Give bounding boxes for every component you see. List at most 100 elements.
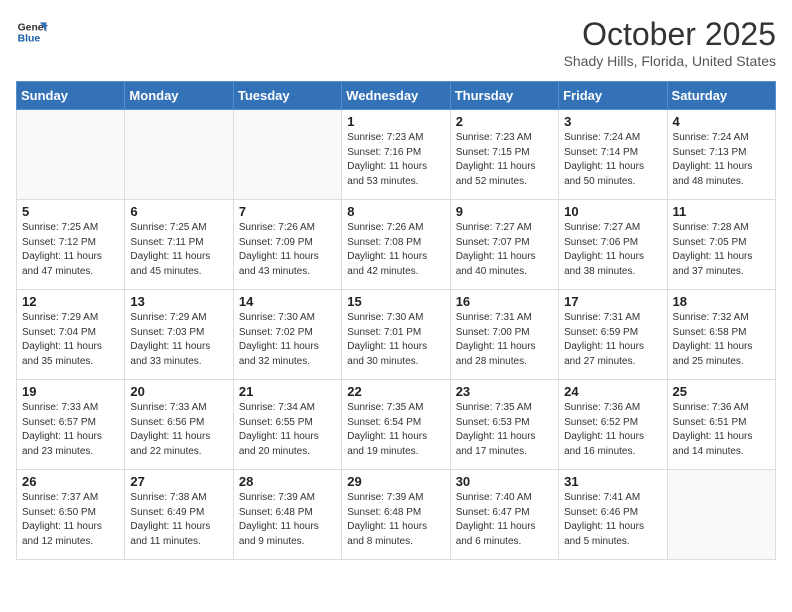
- day-number: 30: [456, 474, 553, 489]
- calendar-cell: 26 Sunrise: 7:37 AM Sunset: 6:50 PM Dayli…: [17, 470, 125, 560]
- day-info: Sunrise: 7:27 AM Sunset: 7:07 PM Dayligh…: [456, 221, 553, 279]
- day-info: Sunrise: 7:30 AM Sunset: 7:02 PM Dayligh…: [239, 311, 336, 369]
- day-number: 16: [456, 294, 553, 309]
- week-row-1: 1Sunrise: 7:23 AM Sunset: 7:16 PM Daylig…: [17, 110, 776, 200]
- day-number: 3: [564, 114, 661, 129]
- calendar-cell: 15Sunrise: 7:30 AM Sunset: 7:01 PM Dayli…: [342, 290, 450, 380]
- day-info: Sunrise: 7:29 AM Sunset: 7:04 PM Dayligh…: [22, 311, 119, 369]
- week-row-3: 12Sunrise: 7:29 AM Sunset: 7:04 PM Dayli…: [17, 290, 776, 380]
- calendar-cell: 6 Sunrise: 7:25 AM Sunset: 7:11 PM Daylig…: [125, 200, 233, 290]
- weekday-header-sunday: Sunday: [17, 82, 125, 110]
- day-number: 6: [130, 204, 227, 219]
- svg-text:Blue: Blue: [18, 34, 41, 45]
- day-number: 10: [564, 204, 661, 219]
- day-number: 26: [22, 474, 119, 489]
- day-number: 31: [564, 474, 661, 489]
- calendar-cell: 2 Sunrise: 7:23 AM Sunset: 7:15 PM Daylig…: [450, 110, 558, 200]
- weekday-header-saturday: Saturday: [667, 82, 775, 110]
- logo-icon: General Blue: [16, 16, 48, 48]
- calendar-cell: 7 Sunrise: 7:26 AM Sunset: 7:09 PM Daylig…: [233, 200, 341, 290]
- day-info: Sunrise: 7:40 AM Sunset: 6:47 PM Dayligh…: [456, 491, 553, 549]
- day-info: Sunrise: 7:41 AM Sunset: 6:46 PM Dayligh…: [564, 491, 661, 549]
- day-info: Sunrise: 7:30 AM Sunset: 7:01 PM Dayligh…: [347, 311, 444, 369]
- calendar-cell: 9Sunrise: 7:27 AM Sunset: 7:07 PM Daylig…: [450, 200, 558, 290]
- day-info: Sunrise: 7:39 AM Sunset: 6:48 PM Dayligh…: [239, 491, 336, 549]
- day-info: Sunrise: 7:24 AM Sunset: 7:13 PM Dayligh…: [673, 131, 770, 189]
- day-number: 17: [564, 294, 661, 309]
- day-info: Sunrise: 7:33 AM Sunset: 6:57 PM Dayligh…: [22, 401, 119, 459]
- page-header: General Blue October 2025 Shady Hills, F…: [16, 16, 776, 69]
- day-info: Sunrise: 7:31 AM Sunset: 6:59 PM Dayligh…: [564, 311, 661, 369]
- day-info: Sunrise: 7:27 AM Sunset: 7:06 PM Dayligh…: [564, 221, 661, 279]
- day-number: 28: [239, 474, 336, 489]
- day-number: 14: [239, 294, 336, 309]
- day-number: 29: [347, 474, 444, 489]
- day-number: 8: [347, 204, 444, 219]
- calendar-cell: 24 Sunrise: 7:36 AM Sunset: 6:52 PM Dayli…: [559, 380, 667, 470]
- logo: General Blue: [16, 16, 48, 48]
- calendar-cell: 25Sunrise: 7:36 AM Sunset: 6:51 PM Dayli…: [667, 380, 775, 470]
- day-info: Sunrise: 7:29 AM Sunset: 7:03 PM Dayligh…: [130, 311, 227, 369]
- day-info: Sunrise: 7:23 AM Sunset: 7:15 PM Dayligh…: [456, 131, 553, 189]
- calendar-cell: 21Sunrise: 7:34 AM Sunset: 6:55 PM Dayli…: [233, 380, 341, 470]
- day-info: Sunrise: 7:32 AM Sunset: 6:58 PM Dayligh…: [673, 311, 770, 369]
- day-info: Sunrise: 7:35 AM Sunset: 6:53 PM Dayligh…: [456, 401, 553, 459]
- day-info: Sunrise: 7:33 AM Sunset: 6:56 PM Dayligh…: [130, 401, 227, 459]
- day-number: 24: [564, 384, 661, 399]
- day-info: Sunrise: 7:38 AM Sunset: 6:49 PM Dayligh…: [130, 491, 227, 549]
- day-info: Sunrise: 7:34 AM Sunset: 6:55 PM Dayligh…: [239, 401, 336, 459]
- week-row-4: 19 Sunrise: 7:33 AM Sunset: 6:57 PM Dayli…: [17, 380, 776, 470]
- calendar-cell: 22Sunrise: 7:35 AM Sunset: 6:54 PM Dayli…: [342, 380, 450, 470]
- day-info: Sunrise: 7:36 AM Sunset: 6:52 PM Dayligh…: [564, 401, 661, 459]
- calendar-cell: 30 Sunrise: 7:40 AM Sunset: 6:47 PM Dayli…: [450, 470, 558, 560]
- day-info: Sunrise: 7:37 AM Sunset: 6:50 PM Dayligh…: [22, 491, 119, 549]
- day-number: 4: [673, 114, 770, 129]
- day-number: 19: [22, 384, 119, 399]
- calendar-cell: 17 Sunrise: 7:31 AM Sunset: 6:59 PM Dayli…: [559, 290, 667, 380]
- day-number: 13: [130, 294, 227, 309]
- calendar-cell: 18 Sunrise: 7:32 AM Sunset: 6:58 PM Dayli…: [667, 290, 775, 380]
- title-block: October 2025 Shady Hills, Florida, Unite…: [564, 16, 776, 69]
- calendar-cell: 12Sunrise: 7:29 AM Sunset: 7:04 PM Dayli…: [17, 290, 125, 380]
- calendar-cell: 23 Sunrise: 7:35 AM Sunset: 6:53 PM Dayli…: [450, 380, 558, 470]
- calendar-cell: 16 Sunrise: 7:31 AM Sunset: 7:00 PM Dayli…: [450, 290, 558, 380]
- calendar-cell: 4 Sunrise: 7:24 AM Sunset: 7:13 PM Daylig…: [667, 110, 775, 200]
- day-info: Sunrise: 7:31 AM Sunset: 7:00 PM Dayligh…: [456, 311, 553, 369]
- week-row-5: 26 Sunrise: 7:37 AM Sunset: 6:50 PM Dayli…: [17, 470, 776, 560]
- day-number: 20: [130, 384, 227, 399]
- week-row-2: 5Sunrise: 7:25 AM Sunset: 7:12 PM Daylig…: [17, 200, 776, 290]
- day-number: 18: [673, 294, 770, 309]
- calendar-cell: [125, 110, 233, 200]
- day-info: Sunrise: 7:28 AM Sunset: 7:05 PM Dayligh…: [673, 221, 770, 279]
- day-info: Sunrise: 7:39 AM Sunset: 6:48 PM Dayligh…: [347, 491, 444, 549]
- weekday-header-friday: Friday: [559, 82, 667, 110]
- calendar-cell: 20 Sunrise: 7:33 AM Sunset: 6:56 PM Dayli…: [125, 380, 233, 470]
- day-number: 5: [22, 204, 119, 219]
- day-info: Sunrise: 7:26 AM Sunset: 7:09 PM Dayligh…: [239, 221, 336, 279]
- day-info: Sunrise: 7:26 AM Sunset: 7:08 PM Dayligh…: [347, 221, 444, 279]
- day-info: Sunrise: 7:23 AM Sunset: 7:16 PM Dayligh…: [347, 131, 444, 189]
- calendar-cell: 10 Sunrise: 7:27 AM Sunset: 7:06 PM Dayli…: [559, 200, 667, 290]
- calendar-cell: 14 Sunrise: 7:30 AM Sunset: 7:02 PM Dayli…: [233, 290, 341, 380]
- day-number: 27: [130, 474, 227, 489]
- calendar-cell: [233, 110, 341, 200]
- weekday-header-monday: Monday: [125, 82, 233, 110]
- calendar-cell: [667, 470, 775, 560]
- calendar-cell: 3 Sunrise: 7:24 AM Sunset: 7:14 PM Daylig…: [559, 110, 667, 200]
- location-subtitle: Shady Hills, Florida, United States: [564, 53, 776, 69]
- weekday-header-thursday: Thursday: [450, 82, 558, 110]
- calendar-table: SundayMondayTuesdayWednesdayThursdayFrid…: [16, 81, 776, 560]
- calendar-cell: 13 Sunrise: 7:29 AM Sunset: 7:03 PM Dayli…: [125, 290, 233, 380]
- day-info: Sunrise: 7:25 AM Sunset: 7:11 PM Dayligh…: [130, 221, 227, 279]
- weekday-header-wednesday: Wednesday: [342, 82, 450, 110]
- day-number: 7: [239, 204, 336, 219]
- day-number: 11: [673, 204, 770, 219]
- calendar-cell: [17, 110, 125, 200]
- day-number: 2: [456, 114, 553, 129]
- day-number: 23: [456, 384, 553, 399]
- calendar-cell: 27 Sunrise: 7:38 AM Sunset: 6:49 PM Dayli…: [125, 470, 233, 560]
- day-number: 22: [347, 384, 444, 399]
- month-title: October 2025: [564, 16, 776, 53]
- calendar-cell: 28 Sunrise: 7:39 AM Sunset: 6:48 PM Dayli…: [233, 470, 341, 560]
- day-info: Sunrise: 7:24 AM Sunset: 7:14 PM Dayligh…: [564, 131, 661, 189]
